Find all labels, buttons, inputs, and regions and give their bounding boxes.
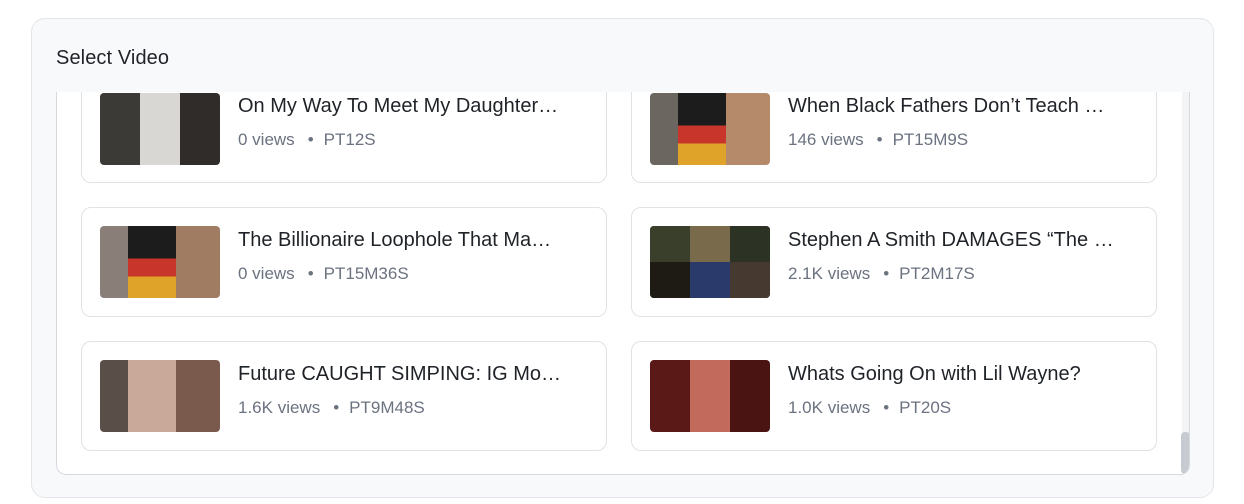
video-thumbnail [650,360,770,432]
video-title: Whats Going On with Lil Wayne? [788,363,1081,385]
video-views: 0 views [238,264,295,283]
video-meta: 146 views • PT15M9S [788,130,968,150]
video-card[interactable]: Future CAUGHT SIMPING: IG Mo… 1.6K views… [81,341,607,451]
scrollbar-thumb[interactable] [1181,432,1189,474]
video-meta: 2.1K views • PT2M17S [788,264,975,284]
video-card[interactable]: On My Way To Meet My Daughter… 0 views • P… [81,92,607,183]
video-meta: 0 views • PT15M36S [238,264,409,284]
video-title: Stephen A Smith DAMAGES “The … [788,229,1114,251]
separator-dot: • [883,398,890,417]
video-views: 146 views [788,130,864,149]
video-duration: PT15M9S [892,130,969,149]
separator-dot: • [876,130,883,149]
video-title: Future CAUGHT SIMPING: IG Mo… [238,363,562,385]
separator-dot: • [307,130,314,149]
video-duration: PT2M17S [899,264,975,283]
video-card[interactable]: When Black Fathers Don’t Teach … 146 vie… [631,92,1157,183]
video-thumbnail [650,226,770,298]
separator-dot: • [333,398,340,417]
video-duration: PT15M36S [323,264,409,283]
video-views: 1.6K views [238,398,321,417]
video-card[interactable]: Stephen A Smith DAMAGES “The … 2.1K view… [631,207,1157,317]
video-views: 2.1K views [788,264,871,283]
video-duration: PT12S [323,130,376,149]
video-card[interactable]: The Billionaire Loophole That Ma… 0 view… [81,207,607,317]
video-meta: 1.6K views • PT9M48S [238,398,425,418]
video-duration: PT20S [899,398,952,417]
video-card[interactable]: Whats Going On with Lil Wayne? 1.0K view… [631,341,1157,451]
separator-dot: • [883,264,890,283]
panel-title: Select Video [56,47,170,69]
video-duration: PT9M48S [349,398,425,417]
video-list[interactable]: On My Way To Meet My Daughter… 0 views • P… [56,92,1190,475]
video-title: On My Way To Meet My Daughter… [238,95,559,117]
video-thumbnail [100,93,220,165]
video-thumbnail [100,226,220,298]
video-meta: 0 views • PT12S [238,130,376,150]
video-views: 0 views [238,130,295,149]
video-thumbnail [650,93,770,165]
video-meta: 1.0K views • PT20S [788,398,951,418]
video-title: The Billionaire Loophole That Ma… [238,229,552,251]
select-video-panel: Select Video On My Way To Meet My Daught… [31,18,1214,498]
video-title: When Black Fathers Don’t Teach … [788,95,1105,117]
scrollbar-track[interactable] [1182,92,1189,474]
separator-dot: • [307,264,314,283]
video-thumbnail [100,360,220,432]
video-views: 1.0K views [788,398,871,417]
